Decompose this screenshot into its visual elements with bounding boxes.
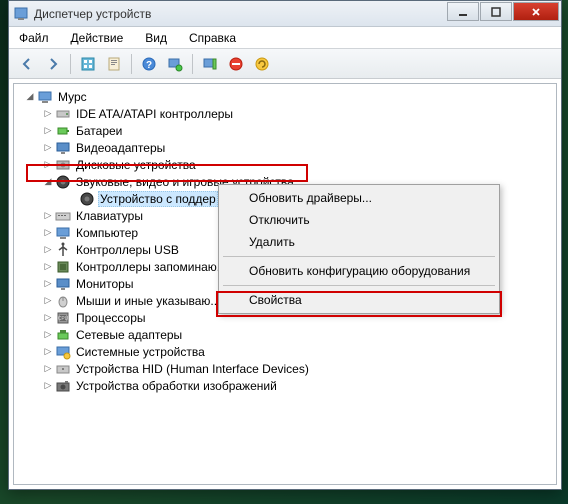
properties-icon[interactable] [102, 52, 126, 76]
disk-icon [55, 157, 71, 173]
category-label: Батареи [74, 124, 124, 138]
ctx-remove[interactable]: Удалить [221, 231, 497, 253]
titlebar: Диспетчер устройств [9, 1, 561, 27]
back-button[interactable] [15, 52, 39, 76]
toolbar: ? [9, 49, 561, 79]
expand-icon[interactable]: ▷ [42, 142, 54, 154]
ctx-disable[interactable]: Отключить [221, 209, 497, 231]
help-icon[interactable]: ? [137, 52, 161, 76]
expand-icon[interactable]: ▷ [42, 346, 54, 358]
expand-icon[interactable]: ▷ [42, 363, 54, 375]
category-label: Устройства обработки изображений [74, 379, 279, 393]
drive-icon [55, 106, 71, 122]
tree-category-disk[interactable]: ▷ Дисковые устройства [42, 156, 554, 173]
menu-file[interactable]: Файл [15, 29, 53, 47]
mouse-icon [55, 293, 71, 309]
scan-icon[interactable] [163, 52, 187, 76]
tree-category-hid[interactable]: ▷ Устройства HID (Human Interface Devices… [42, 360, 554, 377]
minimize-button[interactable] [447, 2, 479, 21]
tree-category-bat[interactable]: ▷ Батареи [42, 122, 554, 139]
battery-icon [55, 123, 71, 139]
expand-icon[interactable]: ▷ [42, 329, 54, 341]
tree-category-ide[interactable]: ▷ IDE ATA/ATAPI контроллеры [42, 105, 554, 122]
root-label: Мурс [56, 90, 89, 104]
window-controls [447, 2, 559, 21]
ctx-properties[interactable]: Свойства [221, 289, 497, 311]
menu-view[interactable]: Вид [141, 29, 171, 47]
disable-icon[interactable] [224, 52, 248, 76]
category-label: Дисковые устройства [74, 158, 198, 172]
category-label: Системные устройства [74, 345, 207, 359]
keyboard-icon [55, 208, 71, 224]
maximize-button[interactable] [480, 2, 512, 21]
monitor-icon [55, 140, 71, 156]
expand-icon[interactable]: ▷ [42, 210, 54, 222]
category-label: Процессоры [74, 311, 148, 325]
expand-icon[interactable]: ▷ [42, 159, 54, 171]
expand-icon[interactable]: ▷ [42, 278, 54, 290]
cpu-icon: CPU [55, 310, 71, 326]
net-icon [55, 327, 71, 343]
svg-text:?: ? [146, 60, 152, 71]
tree-category-sys[interactable]: ▷ Системные устройства [42, 343, 554, 360]
tree-category-net[interactable]: ▷ Сетевые адаптеры [42, 326, 554, 343]
expand-icon[interactable]: ▷ [42, 227, 54, 239]
chip-icon [55, 259, 71, 275]
expand-icon[interactable]: ▷ [42, 261, 54, 273]
category-label: IDE ATA/ATAPI контроллеры [74, 107, 235, 121]
expand-icon[interactable]: ▷ [42, 312, 54, 324]
menu-help[interactable]: Справка [185, 29, 240, 47]
menu-action[interactable]: Действие [67, 29, 128, 47]
context-menu: Обновить драйверы... Отключить Удалить О… [218, 184, 500, 314]
show-all-icon[interactable] [76, 52, 100, 76]
computer-icon [55, 225, 71, 241]
ctx-separator [223, 285, 495, 286]
speaker-icon [55, 174, 71, 190]
category-label: Мыши и иные указываю... [74, 294, 222, 308]
category-label: Видеоадаптеры [74, 141, 167, 155]
close-button[interactable] [513, 2, 559, 21]
menubar: Файл Действие Вид Справка [9, 27, 561, 49]
app-icon [13, 6, 29, 22]
tree-root[interactable]: ◢ Мурс [24, 88, 554, 105]
category-label: Контроллеры запоминаю... [74, 260, 229, 274]
category-label: Клавиатуры [74, 209, 145, 223]
category-label: Компьютер [74, 226, 140, 240]
toolbar-separator [192, 54, 193, 74]
expand-icon[interactable]: ▷ [42, 125, 54, 137]
expand-icon[interactable]: ▷ [42, 108, 54, 120]
category-label: Контроллеры USB [74, 243, 181, 257]
expand-icon[interactable]: ▷ [42, 244, 54, 256]
uninstall-icon[interactable] [198, 52, 222, 76]
forward-button[interactable] [41, 52, 65, 76]
window-title: Диспетчер устройств [34, 7, 447, 21]
speaker-icon [79, 191, 95, 207]
tree-category-video[interactable]: ▷ Видеоадаптеры [42, 139, 554, 156]
ctx-update-drivers[interactable]: Обновить драйверы... [221, 187, 497, 209]
category-label: Устройства HID (Human Interface Devices) [74, 362, 311, 376]
device-label: Устройство с поддер [98, 191, 218, 207]
hid-icon [55, 361, 71, 377]
toolbar-separator [131, 54, 132, 74]
category-label: Сетевые адаптеры [74, 328, 184, 342]
update-icon[interactable] [250, 52, 274, 76]
computer-icon [37, 89, 53, 105]
ctx-separator [223, 256, 495, 257]
usb-icon [55, 242, 71, 258]
expand-icon[interactable]: ◢ [42, 176, 54, 188]
expand-icon[interactable]: ▷ [42, 295, 54, 307]
svg-text:CPU: CPU [58, 316, 69, 322]
toolbar-separator [70, 54, 71, 74]
ctx-scan[interactable]: Обновить конфигурацию оборудования [221, 260, 497, 282]
monitor-icon [55, 276, 71, 292]
collapse-icon[interactable]: ◢ [24, 91, 36, 103]
category-label: Мониторы [74, 277, 135, 291]
system-icon [55, 344, 71, 360]
expand-icon[interactable]: ▷ [42, 380, 54, 392]
tree-category-img[interactable]: ▷ Устройства обработки изображений [42, 377, 554, 394]
camera-icon [55, 378, 71, 394]
